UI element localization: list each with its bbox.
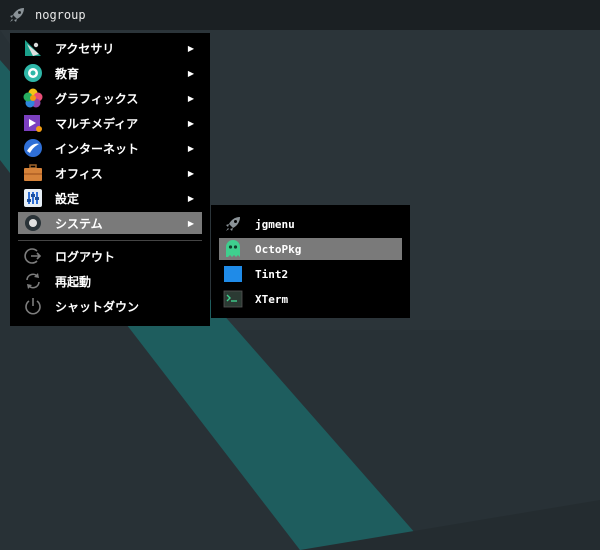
menu-item-settings[interactable]: 設定 ▶	[18, 187, 202, 209]
submenu-arrow-icon: ▶	[187, 143, 194, 153]
shutdown-icon	[23, 296, 43, 316]
tint2-icon	[223, 264, 243, 284]
settings-icon	[23, 188, 43, 208]
menu-item-label: マルチメディア	[55, 116, 139, 131]
menu-item-label: 設定	[55, 191, 80, 206]
rocket-icon	[10, 8, 24, 22]
menu-item-education[interactable]: 教育 ▶	[18, 62, 202, 84]
menu-item-shutdown[interactable]: シャットダウン	[18, 295, 202, 317]
accessories-icon	[23, 38, 43, 58]
menu-item-logout[interactable]: ログアウト	[18, 245, 202, 267]
menu-item-label: 教育	[55, 66, 80, 81]
submenu-arrow-icon: ▶	[187, 168, 194, 178]
office-icon	[23, 163, 43, 183]
multimedia-icon	[23, 113, 43, 133]
menu-item-label: 再起動	[55, 274, 92, 289]
submenu-arrow-icon: ▶	[187, 218, 194, 228]
menu-item-label: アクセサリ	[55, 41, 115, 56]
taskbar: nogroup	[0, 0, 600, 30]
menu-item-label: インターネット	[55, 141, 140, 156]
octopkg-icon	[223, 239, 243, 259]
menu-item-reboot[interactable]: 再起動	[18, 270, 202, 292]
submenu-item-tint2[interactable]: Tint2	[219, 263, 402, 285]
submenu-item-label: OctoPkg	[255, 242, 302, 256]
menu-item-label: システム	[55, 216, 103, 231]
main-menu: アクセサリ ▶ 教育 ▶ グラフィックス ▶ マルチメディア ▶ インターネット…	[10, 33, 210, 326]
graphics-icon	[23, 88, 43, 108]
menu-item-graphics[interactable]: グラフィックス ▶	[18, 87, 202, 109]
submenu-arrow-icon: ▶	[187, 118, 194, 128]
system-submenu: jgmenu OctoPkg Tint2 XTerm	[211, 205, 410, 318]
rocket-icon	[223, 214, 243, 234]
menu-item-label: オフィス	[55, 166, 103, 181]
submenu-item-octopkg[interactable]: OctoPkg	[219, 238, 402, 260]
app-launcher-button[interactable]	[2, 0, 32, 30]
terminal-icon	[223, 289, 243, 309]
submenu-item-label: XTerm	[255, 292, 289, 306]
menu-item-accessories[interactable]: アクセサリ ▶	[18, 37, 202, 59]
submenu-item-label: jgmenu	[255, 217, 295, 231]
menu-item-label: シャットダウン	[55, 299, 140, 314]
menu-item-label: ログアウト	[55, 249, 116, 264]
reboot-icon	[23, 271, 43, 291]
submenu-arrow-icon: ▶	[187, 93, 194, 103]
education-icon	[23, 63, 43, 83]
menu-item-multimedia[interactable]: マルチメディア ▶	[18, 112, 202, 134]
system-icon	[23, 213, 43, 233]
submenu-arrow-icon: ▶	[187, 43, 194, 53]
menu-item-office[interactable]: オフィス ▶	[18, 162, 202, 184]
submenu-item-label: Tint2	[255, 267, 289, 281]
menu-item-label: グラフィックス	[55, 91, 139, 106]
hostname-label: nogroup	[35, 8, 86, 22]
submenu-item-xterm[interactable]: XTerm	[219, 288, 402, 310]
submenu-arrow-icon: ▶	[187, 193, 194, 203]
menu-separator	[18, 240, 202, 241]
menu-item-system[interactable]: システム ▶	[18, 212, 202, 234]
submenu-arrow-icon: ▶	[187, 68, 194, 78]
submenu-item-jgmenu[interactable]: jgmenu	[219, 213, 402, 235]
internet-icon	[23, 138, 43, 158]
logout-icon	[23, 246, 43, 266]
menu-item-internet[interactable]: インターネット ▶	[18, 137, 202, 159]
